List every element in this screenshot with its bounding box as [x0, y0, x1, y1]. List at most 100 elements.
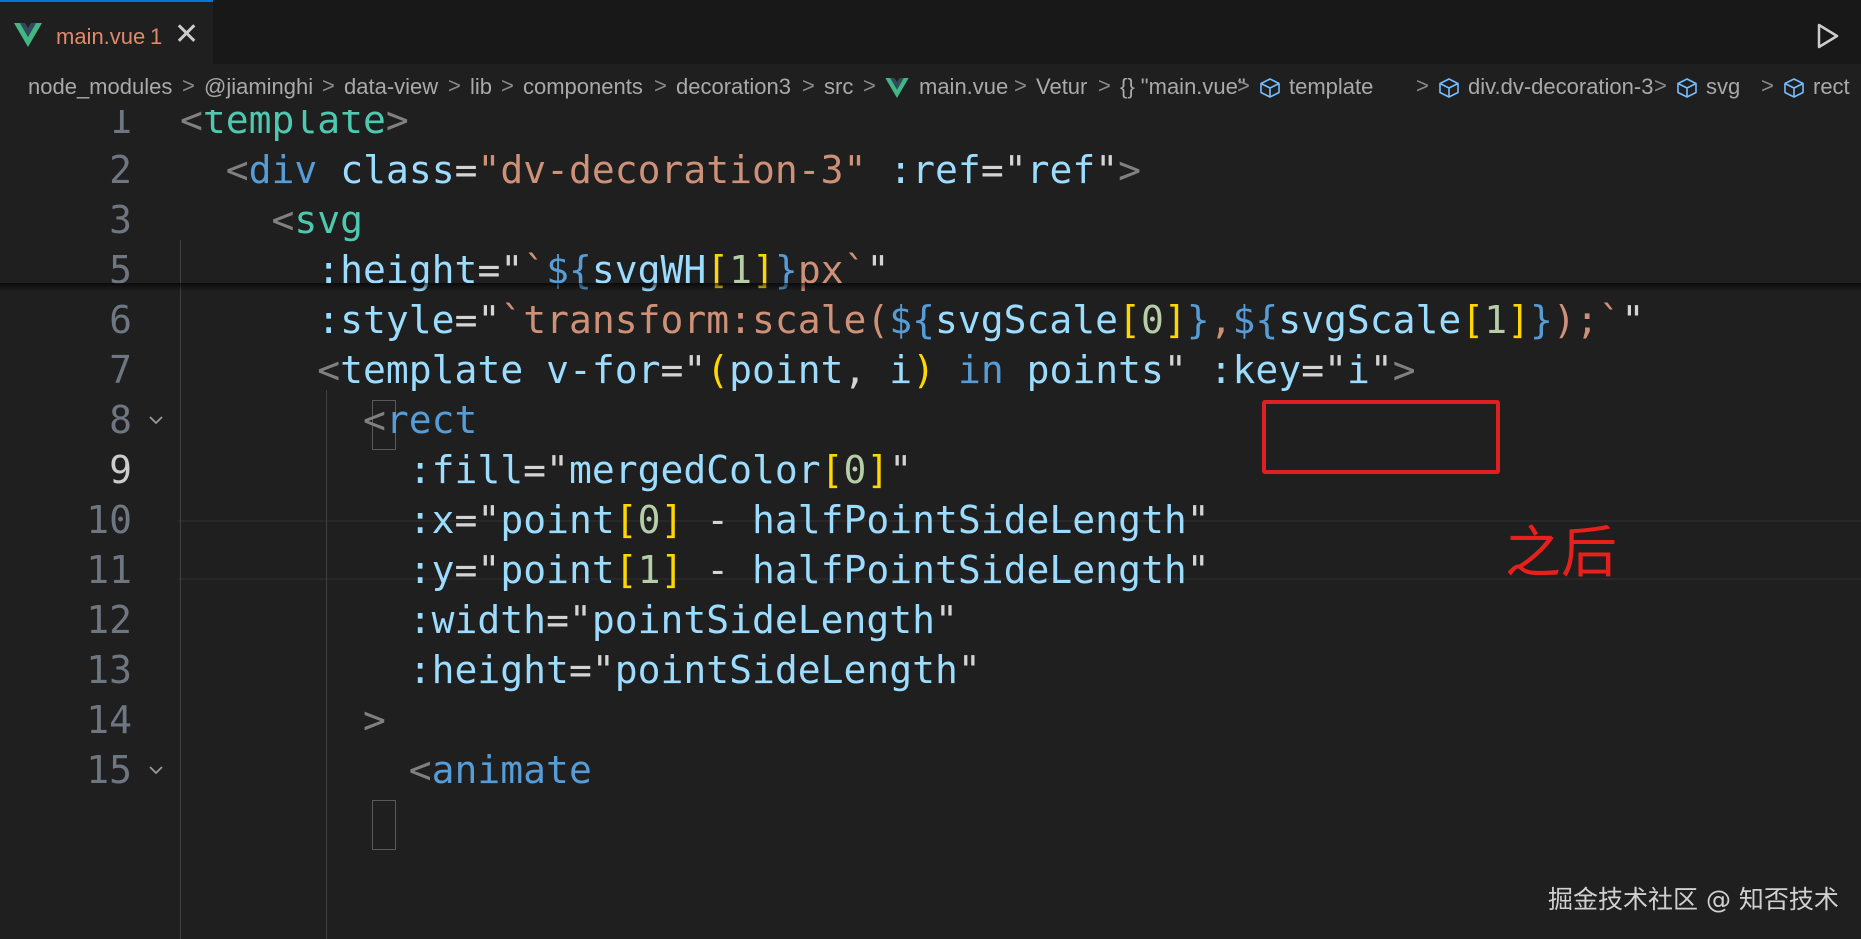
code-line[interactable]: 15 <animate — [0, 740, 1861, 800]
run-icon[interactable] — [1815, 22, 1841, 50]
fold-chevron-icon[interactable] — [148, 764, 164, 776]
chevron-right-icon: > — [802, 73, 815, 98]
code-token: :x — [408, 498, 455, 542]
code-token: = — [454, 148, 478, 192]
code-token: ] — [660, 548, 684, 592]
code-token: template — [202, 110, 386, 142]
code-token: > — [363, 698, 386, 742]
breadcrumb-item[interactable]: decoration3 — [676, 74, 791, 100]
code-token: < — [408, 748, 432, 792]
line-number[interactable]: 15 — [12, 740, 132, 800]
tab-bar: main.vue 1 ✕ — [0, 0, 1861, 65]
bracket-match-close — [372, 800, 396, 850]
chevron-right-icon: > — [1014, 73, 1027, 98]
chevron-right-icon: > — [1654, 73, 1667, 98]
tab-filename: main.vue — [56, 24, 146, 49]
code-token: [ — [1118, 298, 1141, 342]
breadcrumb-item[interactable]: @jiaminghi — [204, 74, 313, 100]
chevron-right-icon: > — [1098, 73, 1111, 98]
code-token: ( — [706, 348, 730, 392]
breadcrumb-item[interactable]: Vetur — [1036, 74, 1087, 100]
vue-icon — [885, 78, 909, 98]
code-token: [ — [1461, 298, 1485, 342]
code-token: rect — [385, 398, 478, 442]
chevron-right-icon: > — [1416, 73, 1429, 98]
code-token: [ — [820, 448, 844, 492]
code-token: [ — [614, 548, 638, 592]
code-token: :height — [408, 648, 569, 692]
code-token: =" — [454, 548, 501, 592]
code-token: =" — [568, 648, 615, 692]
code-token: ${ — [889, 298, 936, 342]
code-token: " — [1621, 298, 1645, 342]
breadcrumb-item[interactable]: svg — [1706, 74, 1740, 100]
annotation-text: 之后 — [1505, 521, 1617, 586]
breadcrumb-item[interactable]: template — [1289, 74, 1373, 100]
code-token: i — [889, 348, 913, 392]
chevron-right-icon: > — [654, 73, 667, 98]
code-token: mergedColor — [568, 448, 821, 492]
code-token: > — [385, 110, 409, 142]
breadcrumb-item[interactable]: components — [523, 74, 643, 100]
code-token: } — [1186, 298, 1210, 342]
chevron-right-icon: > — [501, 73, 514, 98]
code-token: `transform:scale( — [500, 298, 890, 342]
code-token: 0 — [637, 498, 661, 542]
code-token: < — [363, 398, 386, 442]
code-editor[interactable]: 1 <template> 2 <div class="dv-decoration-3… — [0, 110, 1861, 939]
breadcrumb-item[interactable]: data-view — [344, 74, 438, 100]
breadcrumb-item[interactable]: div.dv-decoration-3 — [1468, 74, 1653, 100]
close-icon[interactable]: ✕ — [174, 20, 199, 50]
code-token: " — [1186, 548, 1210, 592]
code-token: points — [1026, 348, 1164, 392]
highlight-box — [1262, 400, 1500, 474]
code-token: - — [683, 548, 753, 592]
code-token: " — [1369, 348, 1393, 392]
code-token: template — [340, 348, 524, 392]
code-token: ${ — [1232, 298, 1279, 342]
code-token: " — [1186, 498, 1210, 542]
code-token: < — [317, 348, 341, 392]
breadcrumb: node_modules > @jiaminghi > data-view > lib > co… — [0, 64, 1861, 110]
chevron-right-icon: > — [182, 73, 195, 98]
breadcrumb-item[interactable]: lib — [470, 74, 492, 100]
vue-icon — [14, 23, 42, 47]
breadcrumb-item[interactable]: {} "main.vue" — [1120, 74, 1246, 100]
code-token: 0 — [843, 448, 867, 492]
code-token: svg — [294, 198, 364, 242]
breadcrumb-item[interactable]: src — [824, 74, 853, 100]
code-token: ] — [866, 448, 890, 492]
code-token: :key — [1209, 348, 1302, 392]
code-token: halfPointSideLength — [752, 548, 1187, 592]
breadcrumb-item[interactable]: rect — [1813, 74, 1850, 100]
fold-chevron-icon[interactable] — [148, 414, 164, 426]
chevron-right-icon: > — [1237, 73, 1250, 98]
code-token: class — [340, 148, 455, 192]
code-token: :width — [408, 598, 547, 642]
breadcrumb-item[interactable]: main.vue — [919, 74, 1008, 100]
code-token: svgScale — [1278, 298, 1462, 342]
code-token: =" — [1301, 348, 1347, 392]
tab-main-vue[interactable]: main.vue 1 ✕ — [0, 0, 213, 64]
code-token: ) — [912, 348, 936, 392]
code-token: :y — [408, 548, 455, 592]
cube-icon — [1439, 78, 1459, 98]
chevron-right-icon: > — [863, 73, 876, 98]
code-token: point — [500, 498, 615, 542]
sticky-scroll-shadow — [0, 283, 1861, 291]
code-token: ] — [660, 498, 684, 542]
code-token: :fill — [408, 448, 524, 492]
code-token: :ref — [889, 148, 981, 192]
watermark: 掘金技术社区 @ 知否技术 — [1548, 885, 1839, 914]
breadcrumb-item[interactable]: node_modules — [28, 74, 172, 100]
code-token: } — [1529, 298, 1553, 342]
code-token: =" — [546, 598, 592, 642]
cube-icon — [1260, 78, 1280, 98]
